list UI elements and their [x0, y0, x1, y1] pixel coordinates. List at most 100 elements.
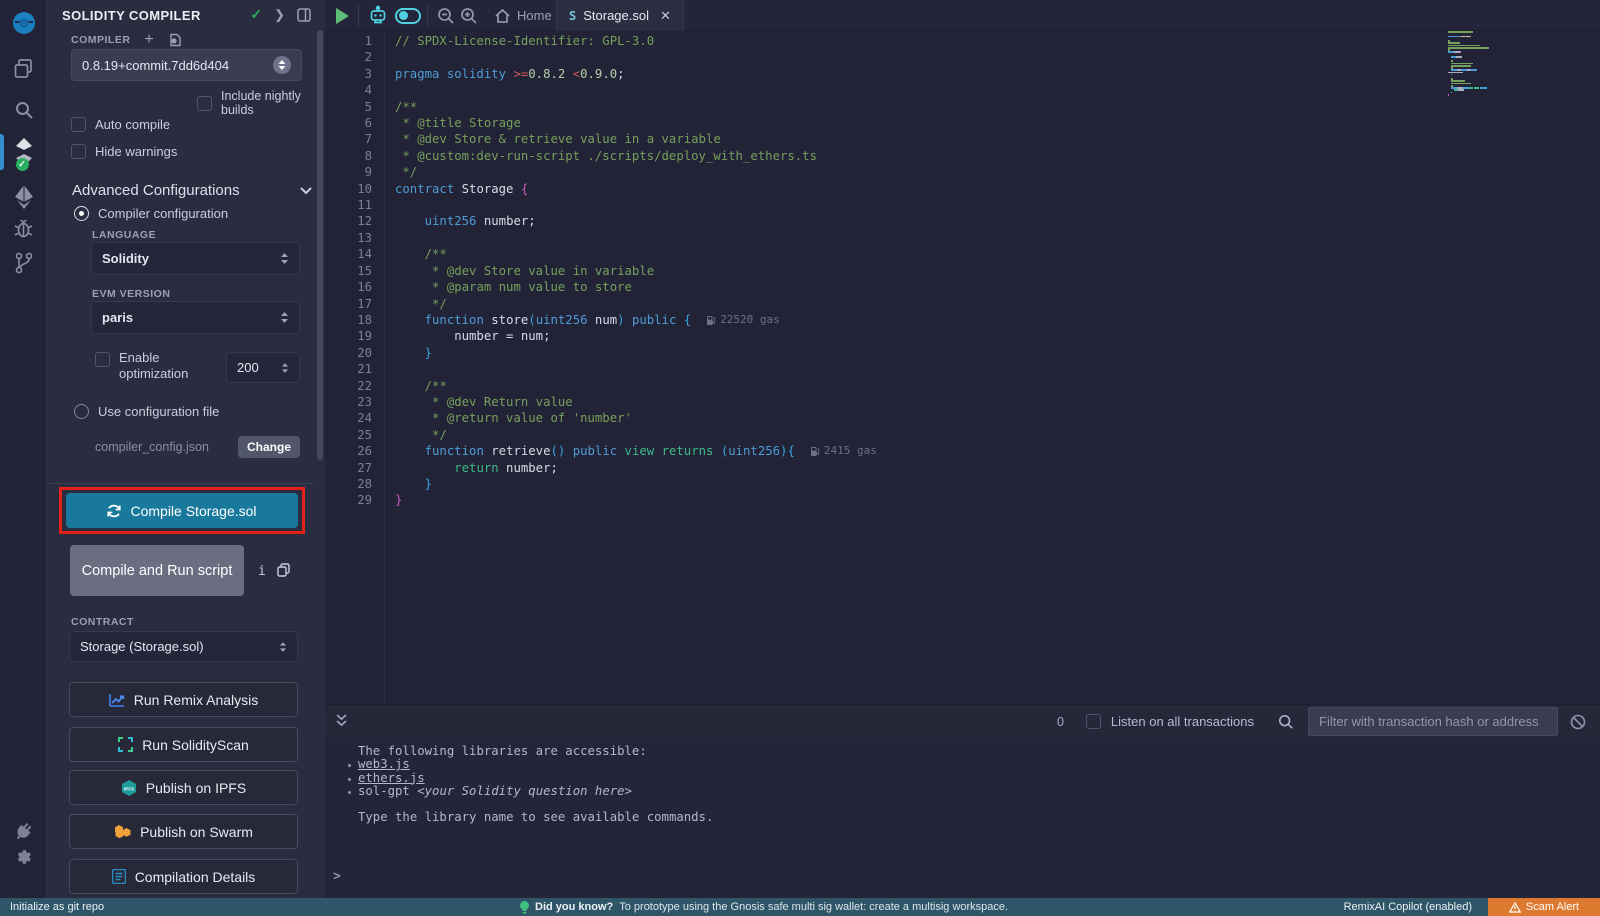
- evm-version-value: paris: [102, 310, 133, 325]
- search-icon[interactable]: [0, 100, 47, 120]
- terminal-text-line: Type the library name to see available c…: [325, 811, 1600, 824]
- scan-icon: [118, 737, 133, 752]
- line-number: 5: [325, 99, 372, 115]
- compile-success-badge: ✓: [16, 158, 29, 171]
- code-line: 15 * @dev Store value in variable: [325, 263, 1600, 279]
- transaction-filter-input[interactable]: [1308, 707, 1558, 736]
- compiler-version-select[interactable]: 0.8.19+commit.7dd6d404: [71, 49, 302, 81]
- select-arrows-icon: [280, 312, 289, 323]
- status-bar: Initialize as git repo Did you know? To …: [0, 898, 1600, 916]
- run-script-play-button[interactable]: [336, 0, 349, 31]
- enable-optimization-checkbox[interactable]: [95, 352, 110, 367]
- warning-triangle-icon: [1509, 902, 1521, 913]
- code-line: 21: [325, 361, 1600, 377]
- plugin-manager-icon[interactable]: [0, 820, 47, 842]
- line-number: 25: [325, 427, 372, 443]
- line-number: 12: [325, 213, 372, 229]
- compile-and-run-label: Compile and Run script: [82, 562, 233, 580]
- run-remix-analysis-button[interactable]: Run Remix Analysis: [69, 682, 298, 717]
- contract-select-value: Storage (Storage.sol): [80, 639, 204, 654]
- line-number: 16: [325, 279, 372, 295]
- compilation-details-button[interactable]: Compilation Details: [69, 859, 298, 894]
- line-number: 17: [325, 296, 372, 312]
- debugger-icon[interactable]: [0, 218, 47, 239]
- code-editor[interactable]: 1// SPDX-License-Identifier: GPL-3.023pr…: [325, 31, 1600, 704]
- line-number: 7: [325, 131, 372, 147]
- remixai-robot-icon[interactable]: [367, 0, 389, 31]
- compiler-configuration-radio[interactable]: [74, 206, 89, 221]
- line-number: 21: [325, 361, 372, 377]
- git-init-status[interactable]: Initialize as git repo: [10, 901, 104, 913]
- include-nightly-label: Include nightly builds: [221, 89, 325, 117]
- close-tab-icon[interactable]: ✕: [660, 8, 671, 24]
- change-config-button[interactable]: Change: [238, 436, 300, 458]
- include-nightly-checkbox[interactable]: [197, 96, 212, 111]
- copy-icon[interactable]: [277, 563, 290, 577]
- hide-warnings-checkbox[interactable]: [71, 144, 86, 159]
- line-number: 23: [325, 394, 372, 410]
- remix-logo-icon[interactable]: [0, 10, 47, 40]
- terminal-header: 0 Listen on all transactions: [325, 704, 1600, 737]
- contract-select[interactable]: Storage (Storage.sol): [69, 631, 298, 662]
- code-line: 25 */: [325, 427, 1600, 443]
- line-number: 15: [325, 263, 372, 279]
- tab-home[interactable]: Home: [483, 0, 564, 31]
- editor-topbar: Home S Storage.sol ✕: [325, 0, 1600, 31]
- select-arrows-icon: [279, 642, 287, 652]
- settings-gear-icon[interactable]: [0, 847, 47, 868]
- code-line: 8 * @custom:dev-run-script ./scripts/dep…: [325, 148, 1600, 164]
- load-compiler-file-icon[interactable]: [168, 33, 182, 47]
- clear-console-icon[interactable]: [1570, 714, 1586, 730]
- code-line: 7 * @dev Store & retrieve value in a var…: [325, 131, 1600, 147]
- code-line: 10contract Storage {: [325, 181, 1600, 197]
- compile-button[interactable]: Compile Storage.sol: [66, 493, 298, 528]
- forward-chevron-icon[interactable]: ❯: [274, 7, 285, 23]
- code-line: 3pragma solidity >=0.8.2 <0.9.0;: [325, 66, 1600, 82]
- publish-on-swarm-label: Publish on Swarm: [140, 824, 253, 840]
- language-select[interactable]: Solidity: [91, 242, 300, 275]
- auto-compile-checkbox[interactable]: [71, 117, 86, 132]
- zoom-out-icon[interactable]: [437, 0, 455, 31]
- zoom-in-icon[interactable]: [460, 0, 478, 31]
- file-explorer-icon[interactable]: [0, 58, 47, 79]
- publish-on-swarm-button[interactable]: Publish on Swarm: [69, 814, 298, 849]
- ipfs-icon: IPFS: [121, 780, 137, 796]
- use-configuration-file-radio[interactable]: [74, 404, 89, 419]
- terminal-collapse-icon[interactable]: [335, 713, 348, 729]
- code-line: 2: [325, 49, 1600, 65]
- code-line: 14 /**: [325, 246, 1600, 262]
- solidity-compiler-icon[interactable]: ✓: [0, 137, 47, 167]
- terminal-search-icon[interactable]: [1278, 714, 1294, 730]
- enable-optimization-label: Enable optimization: [119, 350, 215, 382]
- optimization-runs-input[interactable]: 200: [226, 352, 300, 383]
- terminal-library-item[interactable]: ethers.js: [325, 772, 1600, 785]
- terminal-text-line: [325, 798, 1600, 811]
- line-number: 20: [325, 345, 372, 361]
- terminal-output[interactable]: The following libraries are accessible:w…: [325, 737, 1600, 898]
- line-number: 2: [325, 49, 372, 65]
- terminal-library-item[interactable]: sol-gpt <your Solidity question here>: [325, 785, 1600, 798]
- copilot-status[interactable]: RemixAI Copilot (enabled): [1344, 901, 1472, 913]
- file-tab-label: Storage.sol: [583, 8, 649, 23]
- compile-and-run-button[interactable]: Compile and Run script: [70, 545, 244, 596]
- line-number: 27: [325, 460, 372, 476]
- info-icon[interactable]: i: [258, 564, 266, 579]
- copilot-toggle[interactable]: [395, 0, 421, 31]
- add-compiler-icon[interactable]: +: [144, 33, 153, 47]
- terminal-prompt[interactable]: >: [333, 869, 341, 884]
- advanced-configurations-header[interactable]: Advanced Configurations: [72, 182, 312, 199]
- pin-panel-icon[interactable]: [297, 8, 311, 22]
- terminal-library-item[interactable]: web3.js: [325, 758, 1600, 771]
- svg-text:IPFS: IPFS: [124, 786, 134, 791]
- run-solidityscan-button[interactable]: Run SolidityScan: [69, 727, 298, 762]
- scam-alert-button[interactable]: Scam Alert: [1488, 898, 1600, 916]
- deploy-run-icon[interactable]: [0, 184, 47, 210]
- line-number: 14: [325, 246, 372, 262]
- listen-all-transactions-checkbox[interactable]: [1086, 714, 1101, 729]
- evm-version-select[interactable]: paris: [91, 301, 300, 334]
- git-icon[interactable]: [0, 252, 47, 274]
- line-number: 28: [325, 476, 372, 492]
- tab-storage-sol[interactable]: S Storage.sol ✕: [556, 0, 684, 31]
- editor-minimap[interactable]: [1448, 31, 1542, 96]
- publish-on-ipfs-button[interactable]: IPFS Publish on IPFS: [69, 770, 298, 805]
